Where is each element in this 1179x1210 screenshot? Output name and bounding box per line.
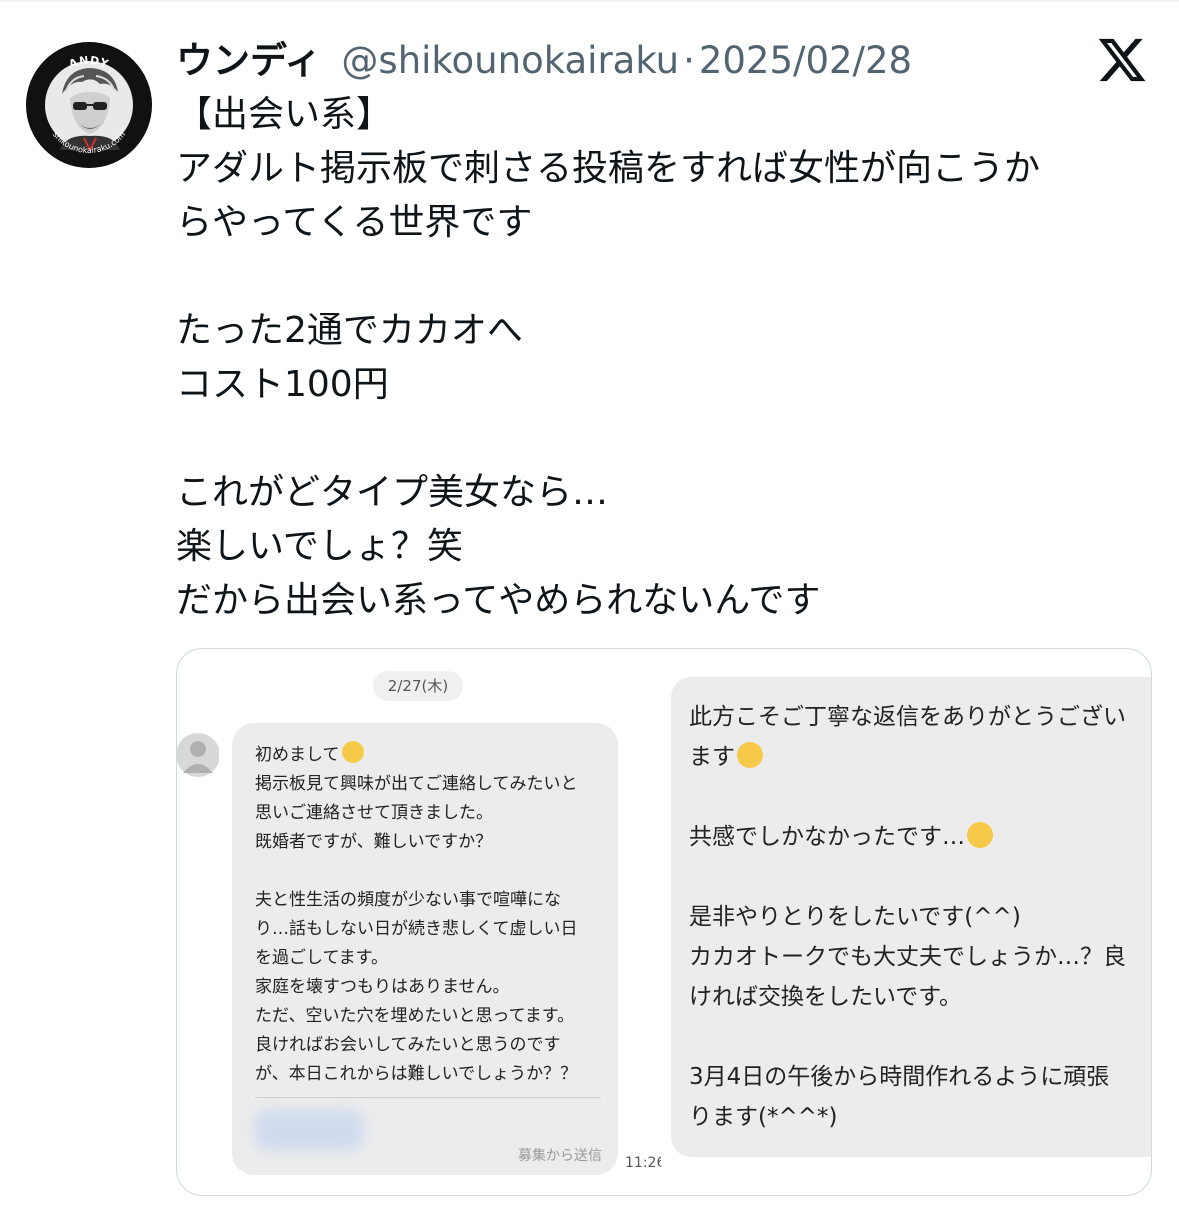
message-line: 夫と性生活の頻度が少ない事で喧嘩にな: [255, 890, 561, 910]
tweet-header: ウンディ @shikounokairaku · 2025/02/28: [176, 30, 912, 86]
message-line: 家庭を壊すつもりはありません。: [255, 977, 510, 997]
tweet-line: らやってくる世界です: [176, 202, 533, 243]
message-line: り…話もしない日が続き悲しくて虚しい日: [255, 919, 578, 939]
message-line: ただ、空いた穴を埋めたいと思ってます。: [255, 1006, 575, 1026]
crying-emoji-icon: [967, 822, 993, 848]
message-source-label: 募集から送信: [518, 1148, 602, 1164]
tweet-body: 【出会い系】 アダルト掲示板で刺さる投稿をすれば女性が向こうか らやってくる世界…: [176, 88, 1156, 628]
bowing-emoji-icon: [737, 742, 763, 768]
message-line: ます: [689, 744, 735, 770]
message-time: 11:26: [625, 1155, 661, 1171]
message-line: 共感でしかなかったです…: [689, 824, 965, 850]
message-line: [255, 857, 615, 886]
message-line: 初めまして: [255, 745, 340, 765]
sent-message-bubble: 此方こそご丁寧な返信をありがとうござい ます 共感でしかなかったです… 是非やり…: [671, 677, 1151, 1157]
header-separator: ·: [683, 39, 695, 82]
top-divider: [0, 0, 1179, 2]
x-logo-icon[interactable]: [1096, 34, 1148, 86]
blurred-attachment: [254, 1109, 364, 1151]
avatar-illustration: ANDY shikounokairaku.com: [27, 43, 151, 167]
message-line: カカオトークでも大丈夫でしょうか…？良: [689, 944, 1126, 970]
message-line: 3月4日の午後から時間作れるように頑張: [689, 1064, 1110, 1090]
tweet-media-image[interactable]: 2/27(木) 初めまして 掲示板見て興味が出てご連絡してみたいと 思いご連絡さ…: [176, 648, 1152, 1196]
tweet-line: 楽しいでしょ？笑: [176, 526, 463, 567]
tweet-date[interactable]: 2025/02/28: [699, 39, 912, 82]
message-line: 是非やりとりをしたいです(^^): [689, 904, 1021, 930]
default-user-icon: [177, 733, 219, 777]
tweet-line: これがどタイプ美女なら…: [176, 472, 609, 513]
tweet-line: たった2通でカカオへ: [176, 310, 523, 351]
message-line: ります(*^^*): [689, 1104, 838, 1130]
tweet-line: 【出会い系】: [176, 94, 393, 135]
author-avatar[interactable]: ANDY shikounokairaku.com: [26, 42, 152, 168]
message-line: [689, 777, 1151, 817]
chat-date-pill: 2/27(木): [373, 671, 463, 701]
author-handle[interactable]: @shikounokairaku: [341, 39, 679, 82]
tweet-line: アダルト掲示板で刺さる投稿をすれば女性が向こうか: [176, 148, 1041, 189]
message-line: ければ交換をしたいです。: [689, 984, 963, 1010]
received-message-bubble: 初めまして 掲示板見て興味が出てご連絡してみたいと 思いご連絡させて頂きました。…: [232, 723, 618, 1175]
message-line: [689, 857, 1151, 897]
received-message-text: 初めまして 掲示板見て興味が出てご連絡してみたいと 思いご連絡させて頂きました。…: [255, 741, 615, 1089]
message-line: [689, 1017, 1151, 1057]
message-line: 良ければお会いしてみたいと思うのです: [255, 1035, 561, 1055]
message-divider: [255, 1097, 601, 1098]
tweet-line: [176, 412, 1156, 466]
sent-message-text: 此方こそご丁寧な返信をありがとうござい ます 共感でしかなかったです… 是非やり…: [689, 697, 1151, 1137]
tweet-line: [176, 250, 1156, 304]
tweet-line: だから出会い系ってやめられないんです: [176, 580, 821, 621]
message-line: 思いご連絡させて頂きました。: [255, 803, 493, 823]
message-line: 掲示板見て興味が出てご連絡してみたいと: [255, 774, 578, 794]
author-name[interactable]: ウンディ: [176, 30, 321, 84]
tweet-line: コスト100円: [176, 364, 389, 405]
message-line: が、本日これからは難しいでしょうか？？: [255, 1064, 578, 1084]
message-line: を過ごしてます。: [255, 948, 388, 968]
bowing-emoji-icon: [341, 741, 364, 763]
message-line: 此方こそご丁寧な返信をありがとうござい: [689, 704, 1126, 730]
message-line: 既婚者ですが、難しいですか？: [255, 832, 493, 852]
